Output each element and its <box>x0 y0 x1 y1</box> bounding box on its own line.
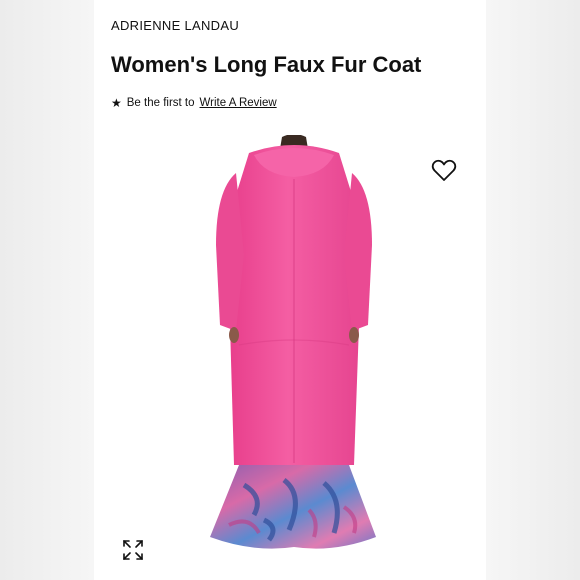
write-review-link[interactable]: Write A Review <box>200 97 277 109</box>
page: ADRIENNE LANDAU Women's Long Faux Fur Co… <box>0 0 580 580</box>
expand-image-button[interactable] <box>122 539 144 561</box>
favorite-button[interactable] <box>431 159 457 183</box>
brand-name[interactable]: ADRIENNE LANDAU <box>111 18 239 33</box>
product-image-area[interactable] <box>94 135 486 580</box>
review-prompt-row: ★ Be the first to Write A Review <box>111 96 277 110</box>
heart-icon <box>431 159 457 181</box>
product-image[interactable] <box>194 135 394 575</box>
product-card: ADRIENNE LANDAU Women's Long Faux Fur Co… <box>94 0 486 580</box>
expand-icon <box>123 540 143 560</box>
product-title: Women's Long Faux Fur Coat <box>111 52 422 77</box>
star-icon: ★ <box>111 96 122 110</box>
review-prompt-text: Be the first to <box>126 97 195 109</box>
